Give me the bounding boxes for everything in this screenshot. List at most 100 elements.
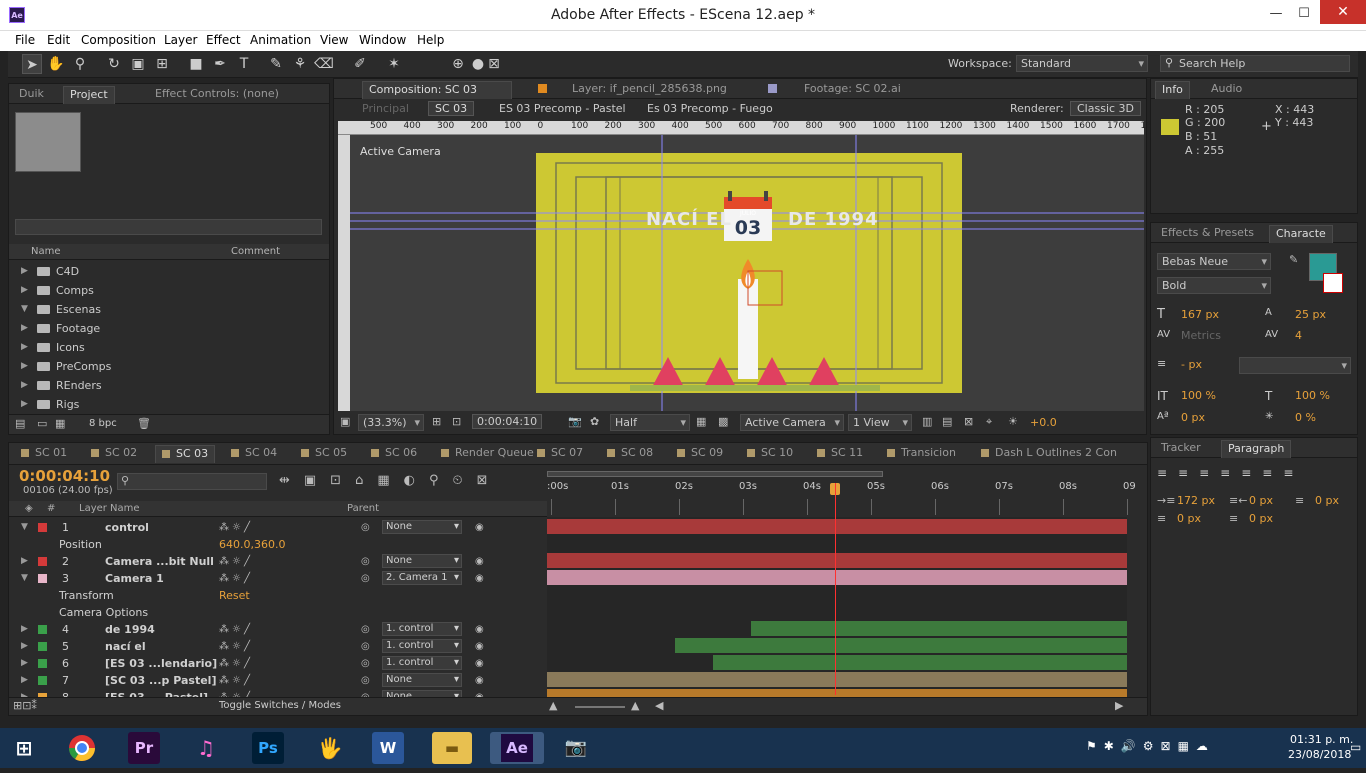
pickwhip-icon[interactable]: ◎ bbox=[361, 672, 370, 689]
layer-label-color[interactable] bbox=[38, 625, 47, 634]
parent-dropdown[interactable]: None bbox=[382, 673, 462, 687]
layer-bars-area[interactable] bbox=[547, 517, 1127, 704]
tab-tracker[interactable]: Tracker bbox=[1155, 440, 1207, 458]
tab-timeline-13[interactable]: Dash L Outlines 2 Con bbox=[975, 445, 1123, 463]
layer-bar[interactable] bbox=[675, 638, 1127, 653]
indent-first-value[interactable]: 0 px bbox=[1315, 494, 1339, 507]
bpc-label[interactable]: 8 bpc bbox=[89, 418, 117, 429]
folder-row[interactable]: ▶ C4D bbox=[21, 262, 321, 281]
zoom-slider[interactable] bbox=[575, 706, 625, 708]
expand-triangle-icon[interactable]: ▼ bbox=[21, 570, 28, 587]
layer-bar[interactable] bbox=[713, 655, 1127, 670]
renderer-button[interactable]: Classic 3D bbox=[1070, 101, 1142, 116]
tracking-value[interactable]: 4 bbox=[1295, 329, 1302, 342]
exposure-value[interactable]: +0.0 bbox=[1030, 416, 1057, 429]
parent-dropdown[interactable]: 2. Camera 1 bbox=[382, 571, 462, 585]
visibility-eye-icon[interactable]: ◉ bbox=[475, 672, 484, 689]
stroke-style-dropdown[interactable] bbox=[1239, 357, 1351, 374]
timeline-search-input[interactable] bbox=[117, 473, 267, 490]
menu-file[interactable]: File bbox=[15, 33, 35, 47]
scroll-left-icon[interactable]: ◀ bbox=[655, 699, 663, 712]
new-comp-icon[interactable]: ▦ bbox=[55, 417, 65, 430]
after-effects-icon[interactable]: Ae bbox=[490, 732, 544, 764]
pickwhip-icon[interactable]: ◎ bbox=[361, 570, 370, 587]
tab-layer[interactable]: Layer: if_pencil_285638.png bbox=[566, 81, 733, 99]
layer-label-color[interactable] bbox=[38, 676, 47, 685]
rotate-tool-icon[interactable]: ↻ bbox=[104, 54, 124, 74]
folder-row[interactable]: ▶ Footage bbox=[21, 319, 321, 338]
eraser-tool-icon[interactable]: ⌫ bbox=[314, 54, 334, 74]
pickwhip-icon[interactable]: ◎ bbox=[361, 655, 370, 672]
column-parent[interactable]: Parent bbox=[347, 503, 379, 514]
trash-icon[interactable]: 🗑 bbox=[137, 417, 151, 430]
tab-footage[interactable]: Footage: SC 02.ai bbox=[798, 81, 907, 99]
visibility-eye-icon[interactable]: ◉ bbox=[475, 621, 484, 638]
chrome-icon[interactable] bbox=[62, 732, 102, 764]
taskbar-time[interactable]: 01:31 p. m. bbox=[1290, 733, 1353, 746]
layer-name[interactable]: Camera ...bit Null bbox=[105, 553, 214, 570]
region-of-interest-icon[interactable]: ⊞ bbox=[432, 415, 441, 428]
hand-tool-icon[interactable]: ✋ bbox=[46, 54, 66, 74]
workspace-dropdown[interactable]: Standard bbox=[1016, 55, 1148, 72]
tab-effects-presets[interactable]: Effects & Presets bbox=[1155, 225, 1260, 243]
pickwhip-icon[interactable]: ◎ bbox=[361, 638, 370, 655]
layer-name[interactable]: Camera 1 bbox=[105, 570, 164, 587]
layer-property-row[interactable]: Position 640.0,360.0 bbox=[19, 536, 555, 553]
expand-triangle-icon[interactable]: ▶ bbox=[21, 638, 28, 655]
layer-label-color[interactable] bbox=[38, 659, 47, 668]
vertical-scale-value[interactable]: 100 % bbox=[1181, 389, 1216, 402]
pickwhip-icon[interactable]: ◎ bbox=[361, 621, 370, 638]
tab-timeline-12[interactable]: Transicion bbox=[881, 445, 962, 463]
notification-icon[interactable]: ▭ bbox=[1350, 740, 1361, 754]
time-ruler[interactable]: :00s 01s 02s 03s 04s 05s 06s 07s 08s 09 bbox=[547, 469, 1136, 517]
other-app-icon[interactable]: 📷 bbox=[556, 732, 596, 764]
tab-timeline-2[interactable]: SC 03 bbox=[155, 445, 216, 463]
pickwhip-icon[interactable]: ◎ bbox=[361, 519, 370, 536]
clone-tool-icon[interactable]: ⚘ bbox=[290, 54, 310, 74]
work-area-bar[interactable] bbox=[547, 471, 883, 477]
interpret-footage-icon[interactable]: ▤ bbox=[15, 417, 25, 430]
layer-row[interactable]: ▶ 4 de 1994 ⁂☼╱ 1. control ◎ ◉ bbox=[19, 621, 555, 638]
tab-timeline-8[interactable]: SC 08 bbox=[601, 445, 659, 463]
tab-character[interactable]: Characte bbox=[1269, 225, 1333, 243]
expand-triangle-icon[interactable]: ▶ bbox=[21, 621, 28, 638]
roto-brush-icon[interactable]: ✐ bbox=[350, 54, 370, 74]
layer-name[interactable]: [ES 03 ...lendario] bbox=[105, 655, 217, 672]
visibility-eye-icon[interactable]: ◉ bbox=[475, 655, 484, 672]
menu-view[interactable]: View bbox=[320, 33, 348, 47]
eyedropper-icon[interactable]: ✎ bbox=[1289, 253, 1298, 266]
menu-edit[interactable]: Edit bbox=[47, 33, 70, 47]
zoom-tool-icon[interactable]: ⚲ bbox=[70, 54, 90, 74]
camera-dropdown[interactable]: Active Camera bbox=[740, 414, 844, 431]
baseline-shift-value[interactable]: 0 px bbox=[1181, 411, 1205, 424]
type-tool-icon[interactable]: T bbox=[234, 54, 254, 74]
horizontal-scale-value[interactable]: 100 % bbox=[1295, 389, 1330, 402]
expand-triangle-icon[interactable]: ▶ bbox=[21, 553, 28, 570]
layer-bar[interactable] bbox=[547, 519, 1127, 534]
transparency-grid-icon[interactable]: ⊡ bbox=[452, 415, 461, 428]
tab-duik[interactable]: Duik bbox=[13, 86, 50, 104]
layer-name[interactable]: Position bbox=[59, 536, 102, 553]
layer-row[interactable]: ▶ 2 Camera ...bit Null ⁂☼╱ None ◎ ◉ bbox=[19, 553, 555, 570]
layer-switches[interactable]: ⁂☼╱ bbox=[219, 553, 253, 570]
camera-tool-icon[interactable]: ▣ bbox=[128, 54, 148, 74]
property-value[interactable]: 640.0,360.0 bbox=[219, 536, 285, 553]
column-layer-name[interactable]: Layer Name bbox=[79, 503, 140, 514]
alignment-buttons[interactable]: ≡≡≡≡≡≡≡ bbox=[1157, 466, 1353, 484]
folder-row[interactable]: ▶ Rigs bbox=[21, 395, 321, 414]
exposure-icon[interactable]: ☀ bbox=[1008, 415, 1018, 428]
itunes-icon[interactable]: ♫ bbox=[186, 732, 226, 764]
pen-tool-icon[interactable]: ✒ bbox=[210, 54, 230, 74]
layer-switches[interactable]: ⁂☼╱ bbox=[219, 570, 253, 587]
layer-label-color[interactable] bbox=[38, 642, 47, 651]
breadcrumb-item[interactable]: SC 03 bbox=[428, 101, 475, 116]
color-channel-icon[interactable]: ✿ bbox=[590, 415, 599, 428]
parent-dropdown[interactable]: 1. control bbox=[382, 656, 462, 670]
resolution-dropdown[interactable]: Half bbox=[610, 414, 690, 431]
fast-previews-icon[interactable]: ▦ bbox=[696, 415, 706, 428]
layer-switches[interactable]: ⁂☼╱ bbox=[219, 672, 253, 689]
tab-timeline-3[interactable]: SC 04 bbox=[225, 445, 283, 463]
breadcrumb-item[interactable]: Es 03 Precomp - Fuego bbox=[647, 102, 773, 115]
grid-icon[interactable]: ▥ bbox=[922, 415, 932, 428]
layer-name[interactable]: Transform bbox=[59, 587, 114, 604]
